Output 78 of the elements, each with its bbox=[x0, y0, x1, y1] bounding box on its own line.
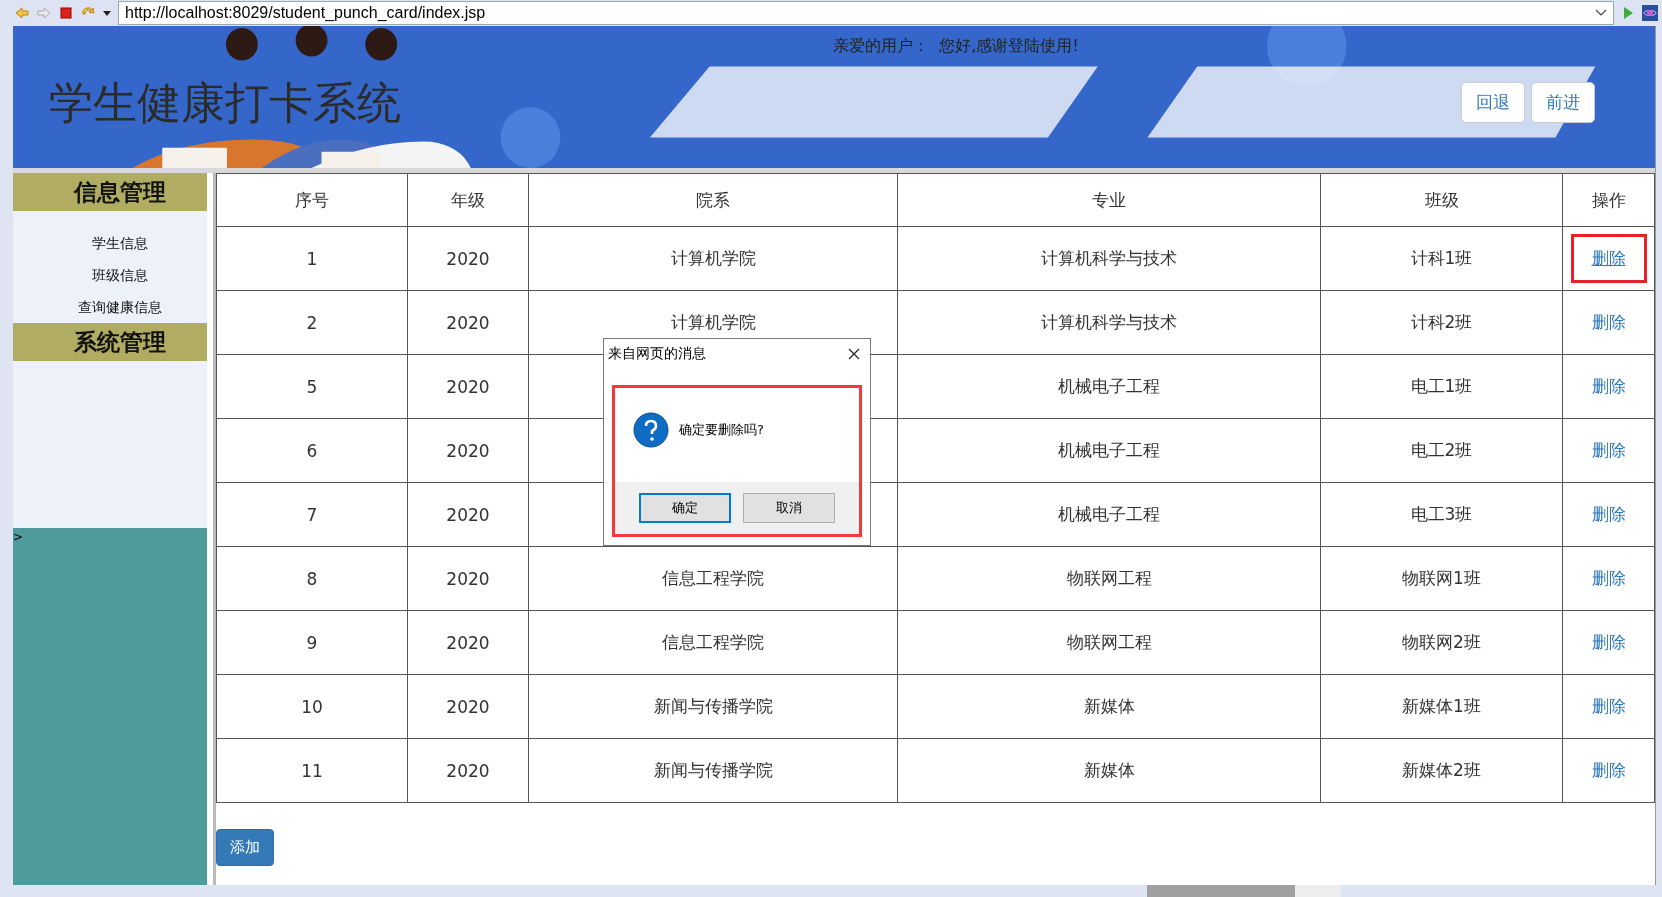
delete-link[interactable]: 删除 bbox=[1570, 618, 1647, 667]
delete-link[interactable]: 删除 bbox=[1570, 234, 1647, 283]
section-header: 系统管理 bbox=[13, 323, 207, 361]
table-cell: 2020 bbox=[407, 290, 529, 355]
table-cell: 新媒体2班 bbox=[1320, 738, 1563, 803]
add-button[interactable]: 添加 bbox=[216, 829, 274, 866]
table-cell: 2020 bbox=[407, 418, 529, 483]
table-cell: 机械电子工程 bbox=[897, 354, 1321, 419]
delete-link[interactable]: 删除 bbox=[1570, 490, 1647, 539]
table-cell: 8 bbox=[216, 546, 408, 611]
chevron-icon[interactable] bbox=[1595, 9, 1607, 17]
table-cell: 物联网工程 bbox=[897, 546, 1321, 611]
footer-mark: > bbox=[13, 530, 24, 544]
delete-link[interactable]: 删除 bbox=[1570, 362, 1647, 411]
system-title: 学生健康打卡系统 bbox=[49, 76, 401, 130]
table-cell: 6 bbox=[216, 418, 408, 483]
delete-link[interactable]: 删除 bbox=[1570, 298, 1647, 347]
table-cell: 机械电子工程 bbox=[897, 482, 1321, 547]
table-cell: 2 bbox=[216, 290, 408, 355]
table-cell: 物联网2班 bbox=[1320, 610, 1563, 675]
table-cell: 2020 bbox=[407, 482, 529, 547]
back-button[interactable]: 回退 bbox=[1461, 82, 1525, 123]
table-cell: 10 bbox=[216, 674, 408, 739]
table-cell: 7 bbox=[216, 482, 408, 547]
table-cell: 信息工程学院 bbox=[528, 610, 898, 675]
back-icon[interactable] bbox=[14, 5, 30, 21]
column-header: 年级 bbox=[407, 173, 529, 227]
table-cell: 9 bbox=[216, 610, 408, 675]
table-cell: 11 bbox=[216, 738, 408, 803]
section-header: 信息管理 bbox=[13, 173, 207, 211]
delete-link[interactable]: 删除 bbox=[1570, 746, 1647, 795]
table-cell: 物联网1班 bbox=[1320, 546, 1563, 611]
dialog-message: 确定要删除吗? bbox=[679, 421, 764, 439]
table-cell: 新闻与传播学院 bbox=[528, 738, 898, 803]
address-field[interactable]: http://localhost:8029/student_punch_card/index.jsp bbox=[118, 1, 1614, 25]
dropdown-icon[interactable] bbox=[102, 8, 112, 18]
greeting-text: 亲爱的用户： 您好,感谢登陆使用! bbox=[833, 36, 1079, 57]
delete-link[interactable]: 删除 bbox=[1570, 554, 1647, 603]
table-cell: 计科2班 bbox=[1320, 290, 1563, 355]
cancel-button[interactable]: 取消 bbox=[743, 493, 835, 523]
table-cell: 1 bbox=[216, 226, 408, 291]
forward-icon[interactable] bbox=[36, 5, 52, 21]
table-cell: 2020 bbox=[407, 226, 529, 291]
table-cell: 计算机科学与技术 bbox=[897, 226, 1321, 291]
table-cell: 电工2班 bbox=[1320, 418, 1563, 483]
close-icon[interactable] bbox=[848, 348, 860, 360]
table-cell: 计科1班 bbox=[1320, 226, 1563, 291]
column-header: 专业 bbox=[897, 173, 1321, 227]
table-cell: 2020 bbox=[407, 354, 529, 419]
table-cell: 物联网工程 bbox=[897, 610, 1321, 675]
table-cell: 电工3班 bbox=[1320, 482, 1563, 547]
table-cell: 2020 bbox=[407, 738, 529, 803]
forward-button[interactable]: 前进 bbox=[1531, 82, 1595, 123]
table-cell: 计算机科学与技术 bbox=[897, 290, 1321, 355]
table-cell: 2020 bbox=[407, 674, 529, 739]
question-icon bbox=[633, 412, 669, 448]
table-cell: 计算机学院 bbox=[528, 226, 898, 291]
table-cell: 新媒体 bbox=[897, 738, 1321, 803]
browser-icon[interactable] bbox=[1642, 5, 1658, 21]
table-cell: 2020 bbox=[407, 546, 529, 611]
column-header: 序号 bbox=[216, 173, 408, 227]
table-cell: 电工1班 bbox=[1320, 354, 1563, 419]
column-header: 操作 bbox=[1562, 173, 1655, 227]
sidebar-item[interactable]: 班级信息 bbox=[13, 259, 207, 291]
column-header: 院系 bbox=[528, 173, 898, 227]
table-cell: 2020 bbox=[407, 610, 529, 675]
table-cell: 新媒体1班 bbox=[1320, 674, 1563, 739]
sidebar-item[interactable]: 查询健康信息 bbox=[13, 291, 207, 323]
delete-link[interactable]: 删除 bbox=[1570, 426, 1647, 475]
sidebar-item[interactable]: 学生信息 bbox=[13, 227, 207, 259]
ok-button[interactable]: 确定 bbox=[639, 493, 731, 523]
column-header: 班级 bbox=[1320, 173, 1563, 227]
table-cell: 新媒体 bbox=[897, 674, 1321, 739]
table-cell: 新闻与传播学院 bbox=[528, 674, 898, 739]
stop-icon[interactable] bbox=[58, 5, 74, 21]
delete-link[interactable]: 删除 bbox=[1570, 682, 1647, 731]
table-cell: 5 bbox=[216, 354, 408, 419]
table-cell: 机械电子工程 bbox=[897, 418, 1321, 483]
